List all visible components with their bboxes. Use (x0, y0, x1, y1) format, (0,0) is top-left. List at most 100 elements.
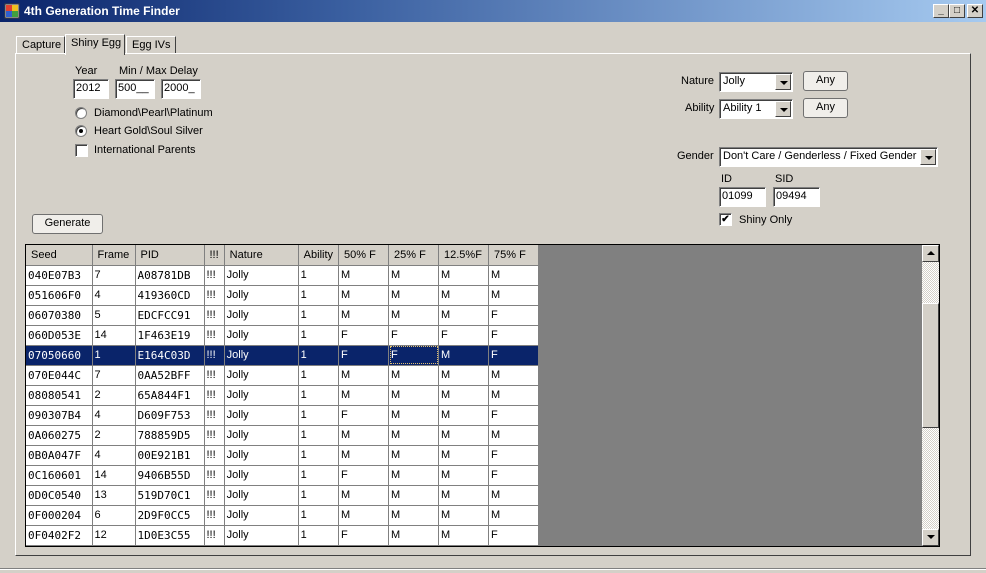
table-row[interactable]: 090307B4 4 D609F753!!! Jolly 1 F M M F (26, 405, 540, 426)
table-row[interactable]: 060D053E 14 1F463E19!!! Jolly 1 F F F F (26, 325, 540, 346)
cell-nature[interactable]: Jolly (224, 265, 299, 286)
table-row[interactable]: 051606F0 4 419360CD!!! Jolly 1 M M M M (26, 285, 540, 306)
cell-gender-25[interactable]: M (388, 385, 440, 406)
cell-gender-12-5[interactable]: M (438, 505, 490, 526)
column-header-gender-12-5[interactable]: 12.5%F (438, 245, 490, 266)
column-header-ability[interactable]: Ability (298, 245, 340, 266)
scroll-down-button[interactable] (922, 529, 939, 546)
cell-gender-50[interactable]: M (338, 285, 390, 306)
column-header-shiny[interactable]: !!! (204, 245, 225, 266)
column-header-gender-50[interactable]: 50% F (338, 245, 390, 266)
cell-ability[interactable]: 1 (298, 385, 340, 406)
cell-ability[interactable]: 1 (298, 285, 340, 306)
cell-frame[interactable]: 5 (92, 305, 136, 326)
cell-gender-12-5[interactable]: M (438, 425, 490, 446)
ability-dropdown[interactable]: Ability 1 (719, 99, 793, 119)
cell-pid[interactable]: EDCFCC91 (135, 305, 205, 326)
shiny-only-checkbox[interactable]: ✔ (719, 213, 732, 226)
cell-ability[interactable]: 1 (298, 345, 340, 366)
tab-egg-ivs[interactable]: Egg IVs (126, 36, 176, 54)
cell-gender-12-5[interactable]: M (438, 365, 490, 386)
cell-nature[interactable]: Jolly (224, 485, 299, 506)
cell-seed[interactable]: 06070380 (26, 305, 93, 326)
cell-seed[interactable]: 040E07B3 (26, 265, 93, 286)
cell-nature[interactable]: Jolly (224, 465, 299, 486)
cell-pid[interactable]: 2D9F0CC5 (135, 505, 205, 526)
cell-seed[interactable]: 051606F0 (26, 285, 93, 306)
cell-shiny[interactable]: !!! (204, 345, 225, 366)
cell-gender-50[interactable]: F (338, 525, 390, 546)
cell-shiny[interactable]: !!! (204, 405, 225, 426)
cell-seed[interactable]: 07050660 (26, 345, 93, 366)
cell-shiny[interactable]: !!! (204, 525, 225, 546)
table-row[interactable]: 08080541 2 65A844F1!!! Jolly 1 M M M M (26, 385, 540, 406)
cell-frame[interactable]: 2 (92, 425, 136, 446)
cell-gender-12-5[interactable]: M (438, 525, 490, 546)
cell-gender-75[interactable]: M (488, 365, 540, 386)
cell-gender-50[interactable]: M (338, 305, 390, 326)
cell-frame[interactable]: 6 (92, 505, 136, 526)
cell-gender-12-5[interactable]: M (438, 285, 490, 306)
cell-gender-25[interactable]: F (388, 345, 440, 366)
cell-gender-75[interactable]: F (488, 465, 540, 486)
radio-hgss[interactable] (75, 125, 87, 137)
cell-shiny[interactable]: !!! (204, 325, 225, 346)
cell-pid[interactable]: 00E921B1 (135, 445, 205, 466)
column-header-frame[interactable]: Frame (92, 245, 136, 266)
cell-frame[interactable]: 7 (92, 265, 136, 286)
cell-seed[interactable]: 070E044C (26, 365, 93, 386)
maximize-button[interactable]: □ (949, 4, 965, 18)
cell-gender-25[interactable]: M (388, 505, 440, 526)
cell-gender-75[interactable]: M (488, 285, 540, 306)
cell-frame[interactable]: 14 (92, 325, 136, 346)
cell-gender-25[interactable]: M (388, 365, 440, 386)
table-row[interactable]: 0B0A047F 4 00E921B1!!! Jolly 1 M M M F (26, 445, 540, 466)
cell-gender-50[interactable]: F (338, 345, 390, 366)
cell-gender-12-5[interactable]: M (438, 445, 490, 466)
chevron-down-icon[interactable] (775, 74, 791, 90)
cell-gender-12-5[interactable]: M (438, 405, 490, 426)
cell-gender-75[interactable]: F (488, 525, 540, 546)
cell-ability[interactable]: 1 (298, 425, 340, 446)
cell-nature[interactable]: Jolly (224, 365, 299, 386)
cell-gender-75[interactable]: M (488, 505, 540, 526)
table-row[interactable]: 0C160601 14 9406B55D!!! Jolly 1 F M M F (26, 465, 540, 486)
chevron-down-icon[interactable] (775, 101, 791, 117)
cell-gender-50[interactable]: M (338, 445, 390, 466)
cell-gender-12-5[interactable]: F (438, 325, 490, 346)
cell-shiny[interactable]: !!! (204, 285, 225, 306)
cell-ability[interactable]: 1 (298, 465, 340, 486)
scroll-up-button[interactable] (922, 245, 939, 262)
cell-seed[interactable]: 0C160601 (26, 465, 93, 486)
cell-pid[interactable]: E164C03D (135, 345, 205, 366)
nature-any-button[interactable]: Any (803, 71, 848, 91)
generate-button[interactable]: Generate (32, 214, 103, 234)
cell-shiny[interactable]: !!! (204, 505, 225, 526)
cell-ability[interactable]: 1 (298, 325, 340, 346)
column-header-pid[interactable]: PID (135, 245, 205, 266)
cell-gender-50[interactable]: M (338, 425, 390, 446)
cell-gender-50[interactable]: M (338, 265, 390, 286)
table-row[interactable]: 0F0402F2 12 1D0E3C55!!! Jolly 1 F M M F (26, 525, 540, 546)
tab-capture[interactable]: Capture (16, 36, 65, 54)
tab-shiny-egg[interactable]: Shiny Egg (65, 34, 125, 55)
cell-pid[interactable]: 1D0E3C55 (135, 525, 205, 546)
table-row[interactable]: 0D0C0540 13 519D70C1!!! Jolly 1 M M M M (26, 485, 540, 506)
cell-gender-12-5[interactable]: M (438, 485, 490, 506)
cell-gender-25[interactable]: M (388, 425, 440, 446)
cell-shiny[interactable]: !!! (204, 425, 225, 446)
nature-dropdown[interactable]: Jolly (719, 72, 793, 92)
cell-frame[interactable]: 2 (92, 385, 136, 406)
vertical-scrollbar[interactable] (922, 245, 939, 546)
cell-pid[interactable]: 0AA52BFF (135, 365, 205, 386)
cell-seed[interactable]: 060D053E (26, 325, 93, 346)
cell-frame[interactable]: 4 (92, 445, 136, 466)
id-input[interactable]: 01099 (719, 187, 766, 207)
cell-nature[interactable]: Jolly (224, 425, 299, 446)
cell-gender-75[interactable]: F (488, 345, 540, 366)
chevron-down-icon[interactable] (920, 149, 936, 165)
cell-pid[interactable]: 419360CD (135, 285, 205, 306)
cell-pid[interactable]: 1F463E19 (135, 325, 205, 346)
cell-nature[interactable]: Jolly (224, 445, 299, 466)
cell-gender-75[interactable]: F (488, 325, 540, 346)
